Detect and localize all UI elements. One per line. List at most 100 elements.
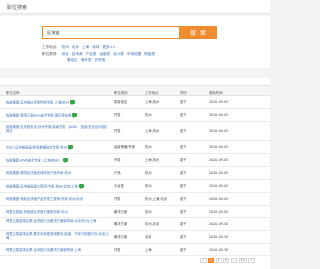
page-title: 职位搜索 xyxy=(7,5,28,11)
job-name-cell: 蚂蚁集团-蚂蚁区块链产品开发工程师/专家-杭州/北京 xyxy=(6,197,110,201)
job-education-cell: 若干 xyxy=(180,145,187,149)
job-category-cell: 开发 xyxy=(114,248,121,252)
chat-icon[interactable] xyxy=(67,145,73,150)
chat-icon[interactable] xyxy=(78,184,84,189)
table-row: 蚂蚁集团-JAVA技术专家（上海/杭州） 开发 上海,杭州 若干 2020-09… xyxy=(0,154,270,167)
job-education-cell: 若干 xyxy=(180,222,187,226)
job-category-option[interactable]: 管培生 xyxy=(67,58,78,63)
job-name-cell: 阿里云智能事业群-数字化转型咨询顾问-能源、汽车与制造方向-北京/上海 xyxy=(6,232,110,240)
job-place-cell: 上海,杭州 xyxy=(145,129,160,133)
job-education-cell: 若干 xyxy=(180,113,187,117)
work-place-option[interactable]: 深圳 xyxy=(92,45,99,50)
job-education-cell: 若干 xyxy=(180,129,187,133)
chat-icon[interactable] xyxy=(72,113,78,118)
work-place-label: 工作地点: xyxy=(42,45,58,49)
table-row: 蚂蚁集团-区块链高级工程师/专家-杭州/北京/上海 平台型 杭州 若干 2020… xyxy=(0,180,270,193)
job-category-cell: 解决方案 xyxy=(114,210,128,214)
job-category-cell: 平台型 xyxy=(114,184,124,188)
job-title-link[interactable]: 蚂蚁集团-区块链业务架构师专家-上海/杭州 xyxy=(6,101,69,105)
job-place-cell: 杭州 xyxy=(145,184,152,188)
job-date-cell: 2020-09-03 xyxy=(209,184,229,188)
table-row: 蚂蚁集团-跨境汇款Java技术专家-国际事业群 开发 杭州 若干 2020-09… xyxy=(0,109,270,122)
pagination-page-button[interactable]: 2 xyxy=(215,258,222,263)
job-name-cell: ICBU-区块链高级/资深数据技术专家-杭州 xyxy=(6,145,110,150)
job-search-page: 职位搜索 搜 索 工作地点: 杭州 北京 上海 深圳 更多>> 职位类别: 综合… xyxy=(0,0,270,269)
work-place-option[interactable]: 上海 xyxy=(82,45,89,50)
job-name-cell: 阿里云智能-蚂蚁链区块链方案架构师-杭州 xyxy=(6,210,110,214)
job-category-option[interactable]: 市场拓展 xyxy=(127,52,141,57)
search-input[interactable] xyxy=(42,26,180,39)
job-place-cell: 杭州,北京 xyxy=(145,222,160,226)
pagination: < 1 2 3 ... 13 > xyxy=(200,258,255,263)
job-education-cell: 若干 xyxy=(180,171,187,175)
job-category-cell: 质量保证 xyxy=(114,100,128,104)
column-header-place: 工作地点 xyxy=(145,91,159,95)
table-row: 蚂蚁集团-区块链业务架构师专家-上海/杭州 质量保证 上海,杭州 若干 2020… xyxy=(0,96,270,109)
header-bar: 职位搜索 xyxy=(0,0,270,14)
job-date-cell: 2020-09-03 xyxy=(209,197,229,201)
search-panel: 搜 索 工作地点: 杭州 北京 上海 深圳 更多>> 职位类别: 综合 技术类 … xyxy=(0,16,270,68)
job-title-link[interactable]: 蚂蚁集团-JAVA技术专家（上海/杭州） xyxy=(6,159,62,163)
job-title-link[interactable]: 阿里云智能-蚂蚁链区块链方案架构师-杭州 xyxy=(6,210,68,214)
job-place-cell: 杭州,上海,北京 xyxy=(145,197,167,201)
job-date-cell: 2020-09-03 xyxy=(209,145,229,149)
table-row: 蚂蚁集团-蚂蚁区块链产品开发工程师/专家-杭州/北京 开发 杭州,上海,北京 若… xyxy=(0,193,270,206)
job-category-cell: 开发 xyxy=(114,158,121,162)
table-row: 阿里云智能事业群-区块链行业解决方案架构师-上海 开发 上海 若干 2020-0… xyxy=(0,244,270,256)
table-row: 阿里云智能事业群-数字化转型咨询顾问-能源、汽车与制造方向-北京/上海 解决方案… xyxy=(0,231,270,244)
work-place-more-link[interactable]: 更多>> xyxy=(102,45,115,50)
chat-icon[interactable] xyxy=(62,158,68,163)
job-category-option[interactable]: 海外类 xyxy=(81,58,92,63)
job-date-cell: 2020-09-03 xyxy=(209,158,229,162)
job-education-cell: 若干 xyxy=(180,158,187,162)
job-date-cell: 2020-09-03 xyxy=(209,100,229,104)
job-place-cell: 上海,杭州 xyxy=(145,158,160,162)
job-title-link[interactable]: 蚂蚁集团-区块链安全-技术专家/高级开发（JAVA）-信息/安全/区块链/算法 xyxy=(6,125,107,133)
job-category-option[interactable]: 产品类 xyxy=(86,52,97,57)
job-education-cell: 若干 xyxy=(180,100,187,104)
pagination-page-button[interactable]: 13 xyxy=(238,258,247,263)
job-name-cell: 蚂蚁集团-区块链安全-技术专家/高级开发（JAVA）-信息/安全/区块链/算法 xyxy=(6,125,110,133)
job-category-cell: 开发 xyxy=(114,129,121,133)
search-button[interactable]: 搜 索 xyxy=(180,26,217,39)
work-place-filter: 工作地点: 杭州 北京 上海 深圳 更多>> xyxy=(42,45,116,50)
pagination-next-button[interactable]: > xyxy=(248,258,255,263)
job-name-cell: 蚂蚁集团-跨境汇款Java技术专家-国际事业群 xyxy=(6,113,110,118)
job-category-option[interactable]: 运营类 xyxy=(99,52,110,57)
work-place-option[interactable]: 杭州 xyxy=(62,45,69,50)
job-category-option[interactable]: 职能类 xyxy=(144,52,155,57)
column-header-category: 职位类别 xyxy=(114,91,128,95)
job-category-cell: 产品 xyxy=(114,171,121,175)
job-title-link[interactable]: 蚂蚁集团-区块链高级工程师/专家-杭州/北京/上海 xyxy=(6,185,78,189)
pagination-prev-button[interactable]: < xyxy=(200,258,207,263)
job-title-link[interactable]: 阿里云智能事业群-区块链行业解决方案架构师-上海 xyxy=(6,248,81,252)
job-category-option[interactable]: 技术类 xyxy=(72,52,83,57)
job-name-cell: 蚂蚁集团-区块链高级工程师/专家-杭州/北京/上海 xyxy=(6,184,110,189)
job-date-cell: 2020-09-03 xyxy=(209,210,229,214)
job-category-option[interactable]: 综合 xyxy=(62,52,69,57)
job-title-link[interactable]: 蚂蚁集团-跨境汇款Java技术专家-国际事业群 xyxy=(6,114,71,118)
job-list-panel: 职位名称 职位类别 工作地点 学历 更新时间 蚂蚁集团-区块链业务架构师专家-上… xyxy=(0,78,270,269)
pagination-ellipsis: ... xyxy=(230,258,238,263)
job-category-option[interactable]: 外贸类 xyxy=(95,58,106,63)
job-category-cell: 高级策略/专家 xyxy=(114,145,135,149)
pagination-page-button[interactable]: 3 xyxy=(223,258,230,263)
job-category-option[interactable]: 设计类 xyxy=(113,52,124,57)
job-category-cell: 解决方案 xyxy=(114,235,128,239)
table-row: 阿里云智能事业群-区块链行业解决方案架构师-北京/杭州/上海 解决方案 杭州,北… xyxy=(0,218,270,231)
work-place-option[interactable]: 北京 xyxy=(72,45,79,50)
job-date-cell: 2020-09-30 xyxy=(209,222,229,226)
job-education-cell: 若干 xyxy=(180,184,187,188)
job-title-link[interactable]: ICBU-区块链高级/资深数据技术专家-杭州 xyxy=(6,146,67,150)
job-place-cell: 杭州 xyxy=(145,113,152,117)
job-title-link[interactable]: 阿里云智能事业群-区块链行业解决方案架构师-北京/杭州/上海 xyxy=(6,219,96,223)
chat-icon[interactable] xyxy=(69,100,75,105)
job-education-cell: 若干 xyxy=(180,235,187,239)
job-category-cell: 解决方案 xyxy=(114,222,128,226)
pagination-page-button[interactable]: 1 xyxy=(208,258,215,263)
job-place-cell: 杭州 xyxy=(145,145,152,149)
job-title-link[interactable]: 阿里云智能事业群-数字化转型咨询顾问-能源、汽车与制造方向-北京/上海 xyxy=(6,232,110,240)
table-row: ICBU-区块链高级/资深数据技术专家-杭州 高级策略/专家 杭州 若干 202… xyxy=(0,141,270,154)
job-title-link[interactable]: 蚂蚁集团-蚂蚁区块链产品开发工程师/专家-杭州/北京 xyxy=(6,197,83,201)
job-title-link[interactable]: 蚂蚁集团-跨境区块链全球商务产品专家-杭州 xyxy=(6,171,71,175)
